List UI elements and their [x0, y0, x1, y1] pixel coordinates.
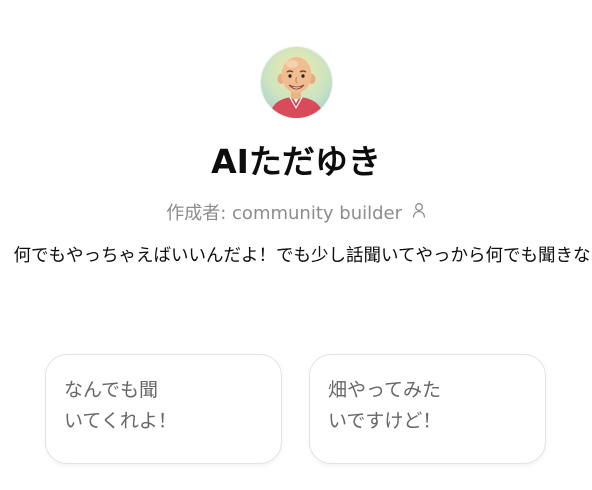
gpt-description: 何でもやっちゃえばいいんだよ！でも少し話聞いてやっから何でも聞きな	[13, 246, 591, 266]
conversation-starter-1[interactable]: なんでも聞 いてくれよ！	[45, 354, 282, 464]
avatar	[261, 47, 332, 118]
starter-1-line-1: なんでも聞	[64, 379, 159, 401]
creator-text: 作成者: community builder	[166, 203, 402, 224]
conversation-starter-2[interactable]: 畑やってみた いですけど！	[309, 354, 546, 464]
starter-1-line-2: いてくれよ！	[64, 410, 177, 432]
person-icon	[412, 200, 426, 226]
starter-2-line-2: いですけど！	[328, 410, 442, 432]
creator-line[interactable]: 作成者: community builder	[0, 201, 592, 227]
starter-2-line-1: 畑やってみた	[328, 379, 442, 401]
bald-man-avatar-icon	[269, 57, 324, 118]
gpt-title: AIただゆき	[211, 142, 381, 181]
